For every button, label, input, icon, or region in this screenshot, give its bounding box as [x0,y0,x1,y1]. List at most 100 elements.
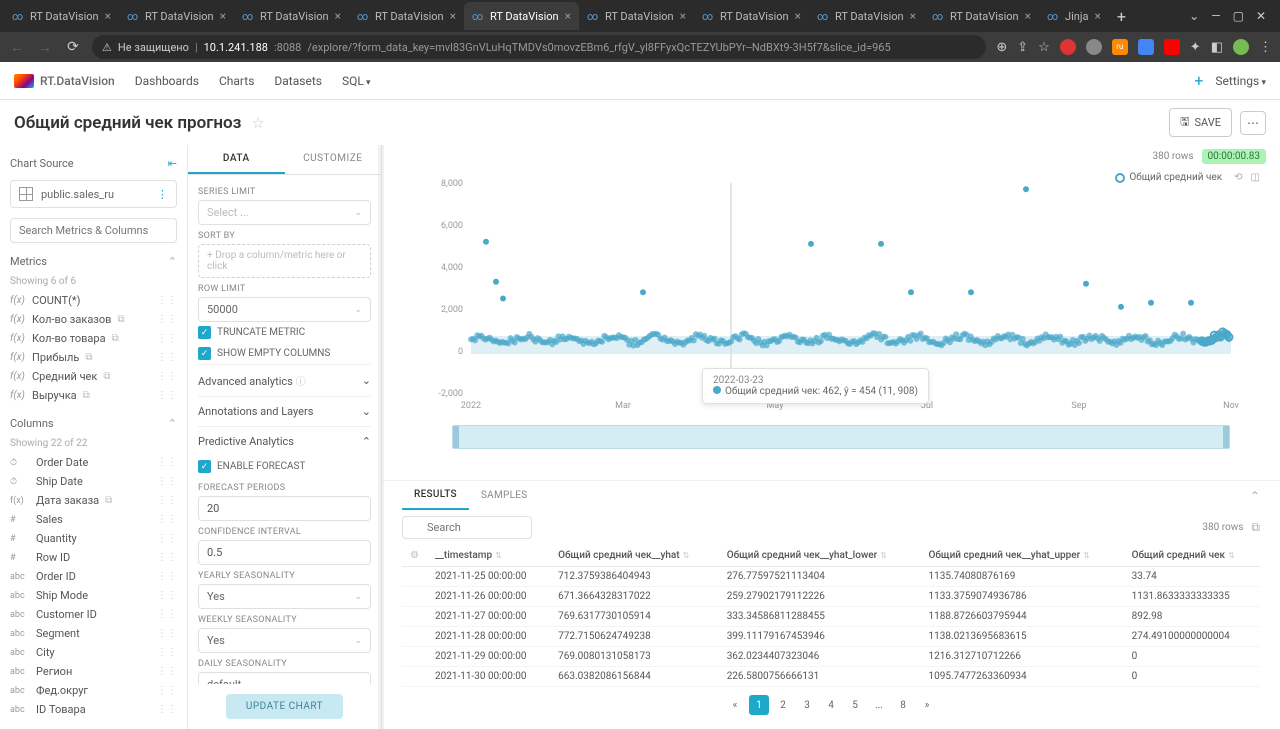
profile-avatar[interactable] [1233,39,1249,55]
collapse-results-icon[interactable]: ⌃ [1250,489,1260,503]
tab-customize[interactable]: CUSTOMIZE [285,145,382,174]
nav-dashboards[interactable]: Dashboards [135,74,199,88]
predictive-section[interactable]: Predictive Analytics⌃ [198,426,371,456]
column-item[interactable]: abcSegment ⋮⋮ [10,624,177,643]
maximize-icon[interactable]: ▢ [1233,9,1244,23]
tab-close-icon[interactable]: × [1094,9,1100,23]
column-item[interactable]: abcCity ⋮⋮ [10,643,177,662]
tab-close-icon[interactable]: × [220,9,226,23]
confidence-input[interactable] [198,540,371,565]
browser-tab[interactable]: ∞RT DataVision× [809,2,924,30]
browser-tab[interactable]: ∞RT DataVision× [694,2,809,30]
save-button[interactable]: 🖫 SAVE [1169,108,1232,137]
column-item[interactable]: abcФед.округ ⋮⋮ [10,681,177,700]
browser-tab[interactable]: ∞RT DataVision× [119,2,234,30]
annotations-section[interactable]: Annotations and Layers⌄ [198,396,371,426]
page-button[interactable]: » [917,695,937,715]
nav-datasets[interactable]: Datasets [274,74,322,88]
browser-tab[interactable]: ∞RT DataVision× [234,2,349,30]
truncate-checkbox[interactable]: ✓TRUNCATE METRIC [198,322,371,343]
column-header[interactable]: Общий средний чек__yhat⇅ [550,545,719,567]
tab-data[interactable]: DATA [188,145,285,174]
browser-tab[interactable]: ∞RT DataVision× [579,2,694,30]
tab-close-icon[interactable]: × [105,9,111,23]
tab-close-icon[interactable]: × [680,9,686,23]
browser-tab[interactable]: ∞RT DataVision× [349,2,464,30]
metric-item[interactable]: f(x)Прибыль ⧉⋮⋮ [10,348,177,367]
reload-button[interactable]: ⟳ [64,39,82,55]
yearly-select[interactable]: Yes⌄ [198,584,371,609]
browser-tab[interactable]: ∞RT DataVision× [464,2,579,30]
extension-icon[interactable] [1086,39,1102,55]
page-button[interactable]: ... [869,695,889,715]
menu-icon[interactable]: ⋮ [1259,40,1272,55]
browser-tab[interactable]: ∞RT DataVision× [924,2,1039,30]
share-icon[interactable]: ⇪ [1017,40,1028,55]
column-header[interactable]: Общий средний чек__yhat_lower⇅ [719,545,921,567]
time-range-slider[interactable] [452,425,1230,449]
column-item[interactable]: #Quantity ⋮⋮ [10,529,177,548]
column-item[interactable]: ⏱Ship Date ⋮⋮ [10,472,177,491]
column-header[interactable]: Общий средний чек⇅ [1124,545,1260,567]
column-item[interactable]: f(x)Дата заказа ⧉⋮⋮ [10,491,177,510]
new-button[interactable]: + [1194,71,1203,90]
chart-action-icon[interactable]: ◫ [1251,172,1260,183]
close-window-icon[interactable]: ✕ [1256,9,1266,23]
metric-item[interactable]: f(x)Выручка ⧉⋮⋮ [10,386,177,405]
tab-close-icon[interactable]: × [335,9,341,23]
tab-results[interactable]: RESULTS [402,481,469,510]
extensions-icon[interactable]: ✦ [1190,40,1201,55]
zoom-icon[interactable]: ⊕ [996,40,1007,55]
column-item[interactable]: ⏱Order Date ⋮⋮ [10,453,177,472]
favorite-icon[interactable]: ☆ [251,114,264,132]
page-button[interactable]: « [725,695,745,715]
app-logo[interactable]: RT.DataVision [14,74,115,88]
tab-close-icon[interactable]: × [450,9,456,23]
page-button[interactable]: 5 [845,695,865,715]
browser-tab[interactable]: ∞Jinja× [1039,2,1109,30]
page-button[interactable]: 1 [749,695,769,715]
page-button[interactable]: 4 [821,695,841,715]
column-item[interactable]: abcCustomer ID ⋮⋮ [10,605,177,624]
metric-item[interactable]: f(x)Кол-во товара ⧉⋮⋮ [10,329,177,348]
tab-close-icon[interactable]: × [565,9,571,23]
column-item[interactable]: abcOrder ID ⋮⋮ [10,567,177,586]
sidepanel-icon[interactable]: ◧ [1211,40,1223,55]
back-button[interactable]: ← [8,39,26,56]
chevron-up-icon[interactable]: ⌃ [168,417,177,430]
tab-close-icon[interactable]: × [1025,9,1031,23]
update-chart-button[interactable]: UPDATE CHART [226,694,343,719]
results-search-input[interactable] [402,516,532,539]
url-input[interactable]: ⚠ Не защищено | 10.1.241.188:8088/explor… [92,35,986,59]
series-limit-select[interactable]: Select ...⌄ [198,200,371,225]
settings-menu[interactable]: Settings [1215,74,1266,88]
chart-action-icon[interactable]: ⟲ [1234,172,1242,183]
nav-sql[interactable]: SQL [342,74,371,88]
metric-item[interactable]: f(x)Кол-во заказов ⧉⋮⋮ [10,310,177,329]
show-empty-checkbox[interactable]: ✓SHOW EMPTY COLUMNS [198,343,371,364]
collapse-icon[interactable]: ⇤ [168,157,177,170]
tab-samples[interactable]: SAMPLES [469,482,540,509]
forward-button[interactable]: → [36,39,54,56]
chevron-up-icon[interactable]: ⌃ [168,255,177,268]
dataset-selector[interactable]: public.sales_ru ⋮ [10,180,177,208]
column-item[interactable]: abcShip Mode ⋮⋮ [10,586,177,605]
sort-by-drop[interactable]: + Drop a column/metric here or click [198,244,371,278]
advanced-analytics-section[interactable]: Advanced analytics ⓘ⌄ [198,364,371,396]
page-button[interactable]: 2 [773,695,793,715]
page-button[interactable]: 3 [797,695,817,715]
extension-icon[interactable] [1164,39,1180,55]
bookmark-icon[interactable]: ☆ [1038,40,1050,55]
metric-item[interactable]: f(x)COUNT(*) ⋮⋮ [10,291,177,310]
settings-icon[interactable]: ⚙ [410,550,419,561]
browser-tab[interactable]: ∞RT DataVision× [4,2,119,30]
extension-icon[interactable]: ru [1112,39,1128,55]
column-header[interactable]: Общий средний чек__yhat_upper⇅ [920,545,1123,567]
enable-forecast-checkbox[interactable]: ✓ENABLE FORECAST [198,456,371,477]
weekly-select[interactable]: Yes⌄ [198,628,371,653]
nav-charts[interactable]: Charts [219,74,254,88]
new-tab-button[interactable]: + [1109,7,1134,26]
column-item[interactable]: abcID Товара ⋮⋮ [10,700,177,719]
extension-icon[interactable] [1060,39,1076,55]
row-limit-select[interactable]: 50000⌄ [198,297,371,322]
